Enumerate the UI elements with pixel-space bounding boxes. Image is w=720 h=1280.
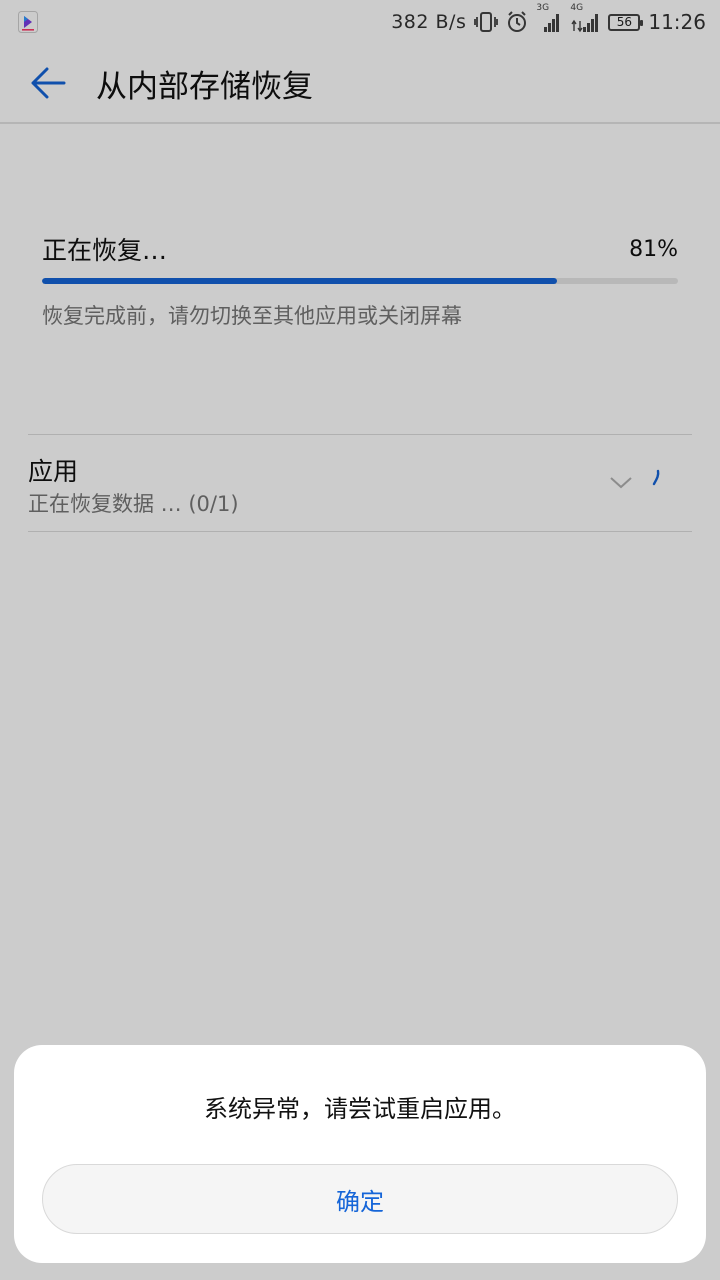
ok-button-label: 确定 <box>336 1187 384 1216</box>
screen: 382 B/s 3G 4G 56 11:26 从内部存储恢复 正在恢复… 81%… <box>0 0 720 1280</box>
ok-button[interactable]: 确定 <box>42 1164 678 1234</box>
dialog-message: 系统异常，请尝试重启应用。 <box>204 1095 516 1123</box>
error-dialog: 系统异常，请尝试重启应用。 确定 <box>14 1045 706 1263</box>
